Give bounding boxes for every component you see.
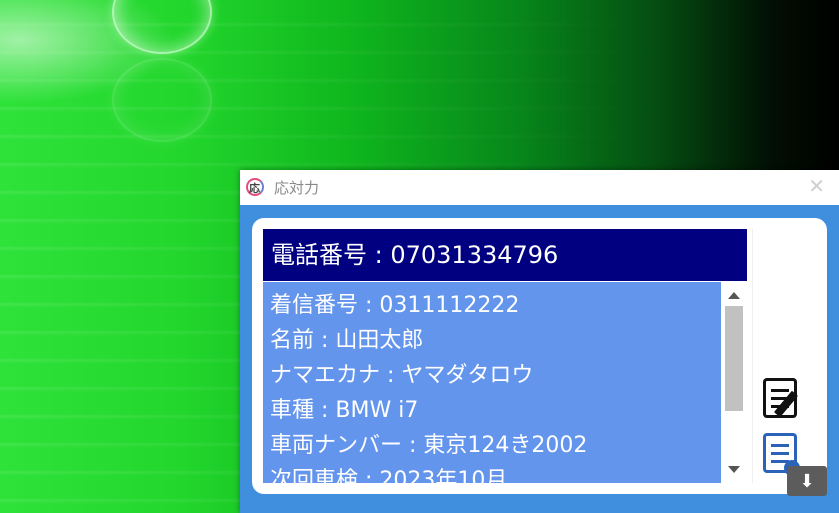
app-window: 応 応対力 ✕ 電話番号 : 07031334796 着信番号 : 031111… bbox=[240, 170, 839, 513]
scroll-thumb[interactable] bbox=[725, 306, 743, 411]
detail-incoming-number: 着信番号 : 0311112222 bbox=[270, 293, 520, 318]
wallpaper-orb bbox=[112, 0, 212, 54]
phone-number-header: 電話番号 : 07031334796 bbox=[263, 229, 747, 281]
window-title: 応対力 bbox=[274, 179, 320, 197]
detail-next-inspection: 次回車検 : 2023年10月 bbox=[270, 468, 508, 483]
close-icon[interactable]: ✕ bbox=[808, 176, 825, 196]
download-button[interactable]: ⬇ bbox=[787, 466, 827, 496]
scroll-down-arrow-icon[interactable] bbox=[728, 466, 740, 473]
detail-plate-number: 車両ナンバー : 東京124き2002 bbox=[270, 433, 588, 458]
detail-name: 名前 : 山田太郎 bbox=[270, 328, 424, 353]
detail-car-model: 車種 : BMW i7 bbox=[270, 398, 419, 423]
app-logo-icon: 応 bbox=[246, 177, 266, 198]
wallpaper-orb-reflection bbox=[112, 58, 212, 142]
download-arrow-icon: ⬇ bbox=[799, 470, 815, 492]
main-panel: 電話番号 : 07031334796 着信番号 : 0311112222 名前 … bbox=[252, 218, 827, 494]
title-bar[interactable]: 応 応対力 ✕ bbox=[240, 170, 839, 205]
details-scrollbar[interactable] bbox=[721, 282, 747, 483]
caller-details-list[interactable]: 着信番号 : 0311112222 名前 : 山田太郎 ナマエカナ : ヤマダタ… bbox=[263, 282, 721, 483]
detail-name-kana: ナマエカナ : ヤマダタロウ bbox=[270, 363, 534, 388]
scroll-up-arrow-icon[interactable] bbox=[728, 292, 740, 299]
